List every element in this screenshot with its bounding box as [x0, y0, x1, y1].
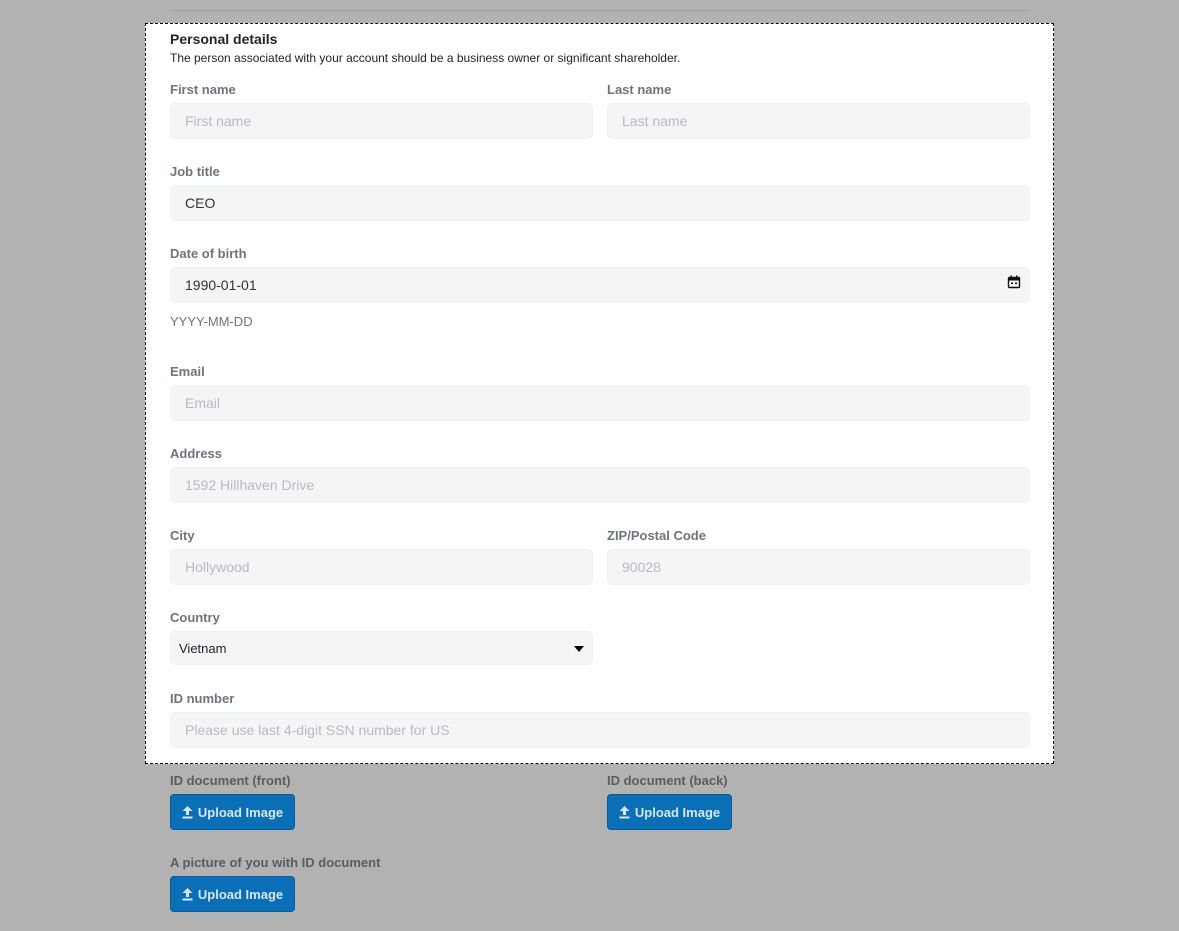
- zip-label: ZIP/Postal Code: [607, 528, 706, 543]
- city-input[interactable]: [170, 549, 593, 585]
- last-name-input[interactable]: [607, 103, 1030, 139]
- upload-button-label: Upload Image: [634, 804, 721, 820]
- page: Personal details The person associated w…: [0, 0, 1179, 931]
- id-back-label: ID document (back): [607, 773, 728, 788]
- calendar-icon[interactable]: [1007, 275, 1021, 289]
- id-front-label: ID document (front): [170, 773, 291, 788]
- section-title: Personal details: [170, 31, 278, 47]
- email-label: Email: [170, 364, 205, 379]
- upload-id-back-button[interactable]: Upload Image: [607, 794, 732, 830]
- date-of-birth-label: Date of birth: [170, 246, 247, 261]
- upload-selfie-button[interactable]: Upload Image: [170, 876, 295, 912]
- country-label: Country: [170, 610, 220, 625]
- date-of-birth-input[interactable]: [170, 267, 1030, 303]
- upload-button-label: Upload Image: [197, 886, 284, 902]
- id-number-label: ID number: [170, 691, 235, 706]
- country-select[interactable]: Vietnam: [170, 631, 593, 665]
- upload-button-label: Upload Image: [197, 804, 284, 820]
- upload-icon: [619, 805, 630, 818]
- first-name-label: First name: [170, 82, 236, 97]
- section-subtitle: The person associated with your account …: [170, 51, 681, 65]
- selfie-label: A picture of you with ID document: [170, 855, 381, 870]
- job-title-input[interactable]: [170, 185, 1030, 221]
- job-title-label: Job title: [170, 164, 220, 179]
- first-name-input[interactable]: [170, 103, 593, 139]
- upload-icon: [182, 805, 193, 818]
- address-input[interactable]: [170, 467, 1030, 503]
- date-format-hint: YYYY-MM-DD: [170, 314, 253, 329]
- chevron-down-icon: [574, 646, 584, 652]
- upload-icon: [182, 887, 193, 900]
- zip-input[interactable]: [607, 549, 1030, 585]
- upload-id-front-button[interactable]: Upload Image: [170, 794, 295, 830]
- id-number-input[interactable]: [170, 712, 1030, 748]
- address-label: Address: [170, 446, 223, 461]
- city-label: City: [170, 528, 195, 543]
- divider: [170, 10, 1030, 11]
- country-selected-value: Vietnam: [179, 640, 227, 656]
- last-name-label: Last name: [607, 82, 672, 97]
- email-input[interactable]: [170, 385, 1030, 421]
